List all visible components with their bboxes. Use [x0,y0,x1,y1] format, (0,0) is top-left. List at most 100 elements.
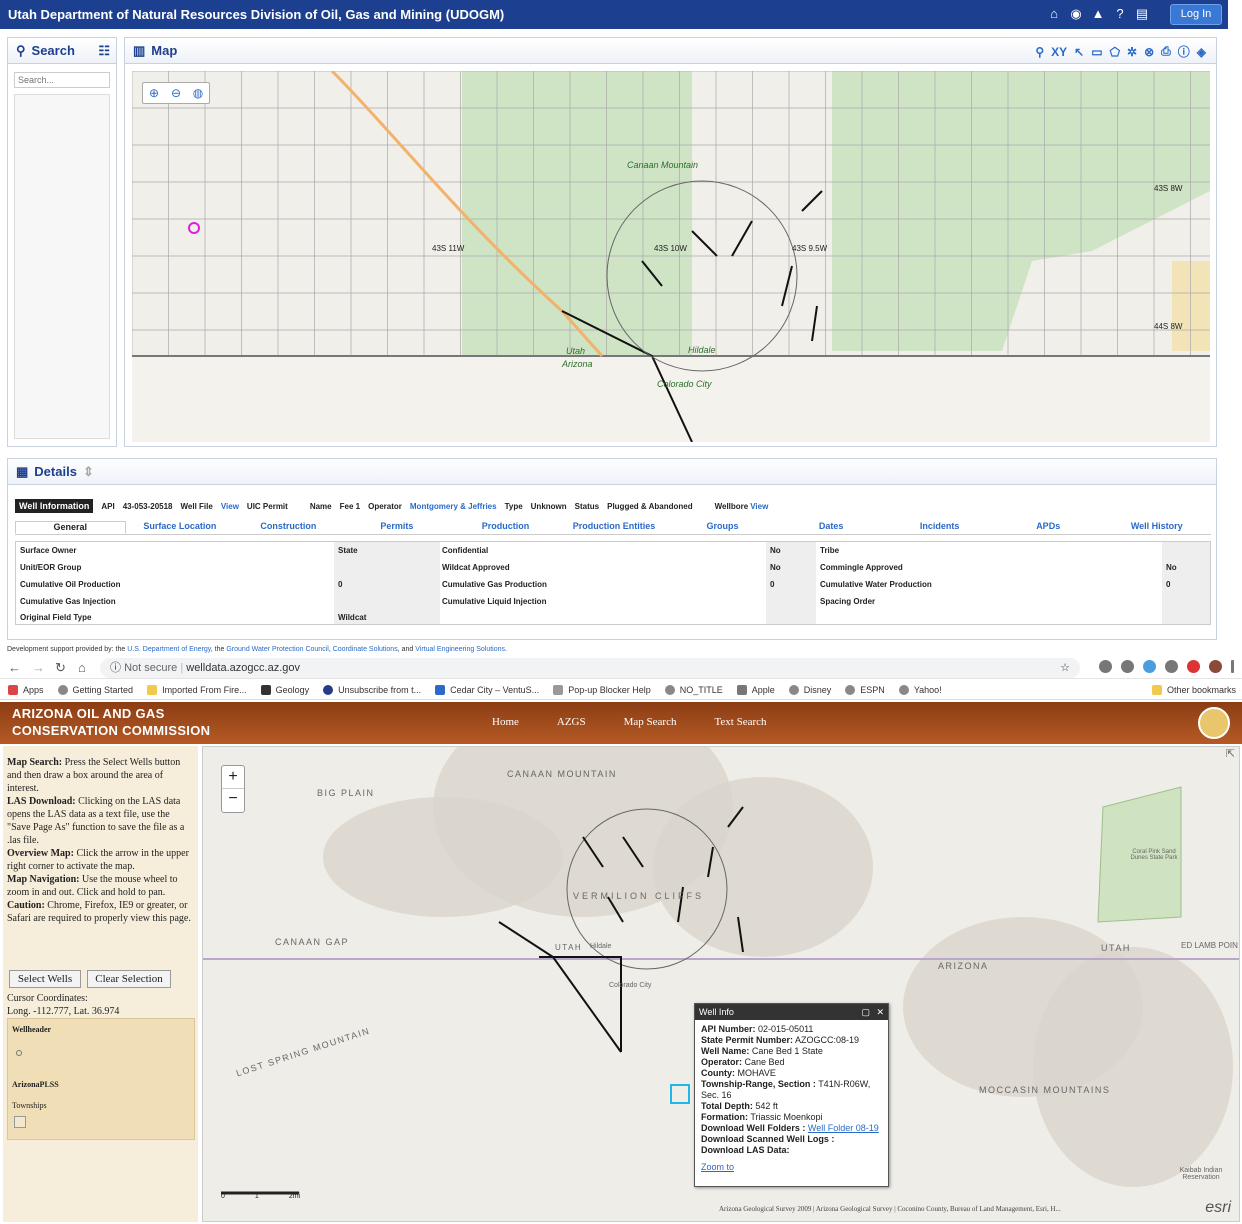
coordinate-link[interactable]: Coordinate Solutions [333,646,398,653]
wellfile-link[interactable]: View [221,502,239,511]
reload-icon[interactable]: ↻ [55,660,66,676]
nav-azgs[interactable]: AZGS [557,716,586,728]
title-line: ARIZONA OIL AND GAS [12,706,165,721]
close-icon[interactable]: ✕ [876,1004,884,1020]
layer-wellheader: Wellheader [12,1025,52,1034]
clear-icon[interactable]: ⊗ [1144,45,1154,59]
tab-production-entities[interactable]: Production Entities [560,521,669,534]
search-icon: ⚲ [16,42,26,58]
nav-home[interactable]: Home [492,716,519,728]
address-bar[interactable]: ⓘ Not secure | welldata.azogcc.az.gov ☆ [100,658,1080,678]
layers-icon[interactable]: ◈ [1197,45,1206,59]
bookmark-item[interactable]: Geology [260,684,309,695]
nav-text-search[interactable]: Text Search [714,716,766,728]
star-icon[interactable]: ☆ [1060,658,1070,678]
gwpc-link[interactable]: Ground Water Protection Council [226,646,328,653]
polygon-select-icon[interactable]: ⬠ [1110,45,1120,59]
zoom-in-icon[interactable]: ⊕ [143,83,165,103]
layer-list: Wellheader ArizonaPLSS Townships [7,1018,195,1140]
operator-link[interactable]: Montgomery & Jeffries [410,502,497,511]
clear-selection-button[interactable]: Clear Selection [87,970,171,988]
extension-icon[interactable] [1187,660,1200,673]
zoom-in-button[interactable]: + [222,766,244,789]
globe-icon[interactable]: ◉ [1068,6,1084,22]
search-input[interactable] [14,72,110,88]
tab-construction[interactable]: Construction [234,521,343,534]
tab-incidents[interactable]: Incidents [885,521,994,534]
print-icon[interactable]: ⎙ [1161,44,1171,59]
calendar-icon[interactable] [1121,660,1134,673]
menu-icon[interactable] [1231,660,1234,673]
doe-link[interactable]: U.S. Department of Energy [127,646,211,653]
folder-icon [147,684,158,695]
township-label: 43S 11W [432,244,465,253]
other-bookmarks[interactable]: Other bookmarks [1151,684,1236,695]
bookmark-item[interactable]: Cedar City – VentuS... [435,684,539,695]
bookmark-item[interactable]: Getting Started [57,684,133,695]
help-label: Map Navigation: [7,874,80,885]
info-icon[interactable]: ⓘ [110,662,124,674]
info-icon[interactable]: ⓘ [1178,43,1190,60]
sort-icon[interactable]: ⇕ [83,464,94,480]
forward-icon[interactable]: → [32,660,45,675]
tab-well-history[interactable]: Well History [1102,521,1211,534]
bookmark-item[interactable]: Yahoo! [898,684,942,695]
pin-icon[interactable]: ⚲ [1035,45,1044,59]
ves-link[interactable]: Virtual Engineering Solutions [415,646,505,653]
search-results-list[interactable] [14,94,110,439]
avatar[interactable] [1209,660,1222,673]
popup-value: Cane Bed 1 State [751,1046,823,1056]
filter-sliders-icon[interactable]: ☷ [98,43,110,59]
bookmark-item[interactable]: Disney [788,684,831,695]
select-wells-button[interactable]: Select Wells [9,970,81,988]
extension-icon[interactable] [1099,660,1112,673]
back-icon[interactable]: ← [8,660,21,675]
bookmark-item[interactable]: Apple [736,684,775,695]
help-icon[interactable]: ? [1112,6,1128,22]
wellbore-link[interactable]: View [750,502,768,511]
spacing-label: Spacing Order [820,597,876,606]
cum-gas-inj-label: Cumulative Gas Injection [20,597,116,606]
tab-groups[interactable]: Groups [668,521,777,534]
popup-label: API Number: [701,1024,756,1034]
zoom-out-icon[interactable]: ⊖ [165,83,187,103]
buffer-icon[interactable]: ✲ [1127,45,1137,59]
select-arrow-icon[interactable]: ↖ [1074,45,1084,59]
cloud-icon[interactable] [1143,660,1156,673]
maximize-icon[interactable]: ▢ [861,1004,870,1020]
tab-production[interactable]: Production [451,521,560,534]
bookmark-item[interactable]: NO_TITLE [664,684,723,695]
warning-icon[interactable]: ▲ [1090,6,1106,22]
well-folder-link[interactable]: Well Folder 08-19 [808,1123,879,1133]
nav-map-search[interactable]: Map Search [624,716,677,728]
udogm-map-canvas[interactable]: 43S 11W 43S 10W 43S 9.5W 43S 8W 44S 8W Canaan… [132,71,1210,442]
townships-checkbox[interactable] [14,1116,26,1128]
zoom-out-button[interactable]: − [222,789,244,812]
popup-label: Download Scanned Well Logs : [701,1134,835,1144]
map-attribution: Arizona Geological Survey 2009 | Arizona… [719,1205,1061,1213]
tab-general[interactable]: General [15,521,126,534]
bookmark-item[interactable]: Unsubscribe from t... [323,684,421,695]
home-icon[interactable]: ⌂ [1046,6,1062,22]
tab-surface-location[interactable]: Surface Location [126,521,235,534]
expand-overview-icon[interactable]: ⇱ [1226,747,1235,760]
tab-apds[interactable]: APDs [994,521,1103,534]
zoom-to-link[interactable]: Zoom to [701,1162,734,1172]
rectangle-select-icon[interactable]: ▭ [1091,45,1102,59]
help-overview: Overview Map: Click the arrow in the upp… [7,847,194,873]
home-icon[interactable]: ⌂ [78,660,86,675]
azogcc-map[interactable]: + − ⇱ CANAAN MOUNTAIN BIG PLAIN VERMILIO… [202,746,1240,1222]
document-icon[interactable]: ▤ [1134,6,1150,22]
xy-tool[interactable]: XY [1051,45,1067,59]
bookmark-item[interactable]: Imported From Fire... [147,684,247,695]
tab-dates[interactable]: Dates [777,521,886,534]
login-button[interactable]: Log In [1170,4,1222,25]
bookmark-item[interactable]: Pop-up Blocker Help [553,684,651,695]
tab-permits[interactable]: Permits [343,521,452,534]
bookmark-item[interactable]: ESPN [845,684,885,695]
sand-area [1172,261,1210,351]
extension-icon[interactable] [1165,660,1178,673]
title-line: CONSERVATION COMMISSION [12,723,211,738]
bookmark-apps[interactable]: Apps [8,684,44,695]
full-extent-icon[interactable]: ◍ [187,83,209,103]
